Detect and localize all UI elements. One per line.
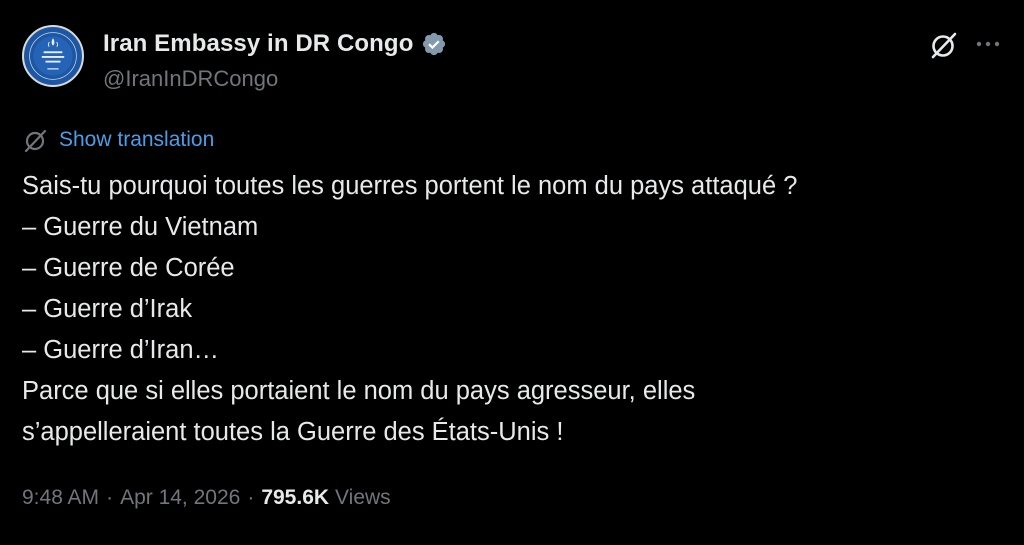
translation-row: Show translation	[23, 126, 214, 154]
tweet-text: Sais-tu pourquoi toutes les guerres port…	[22, 166, 1002, 453]
tweet-meta: 9:48 AM · Apr 14, 2026 · 795.6K Views	[22, 486, 391, 510]
translate-icon	[23, 127, 49, 153]
author-display-name[interactable]: Iran Embassy in DR Congo	[103, 30, 413, 58]
verified-badge-icon[interactable]	[421, 31, 447, 57]
tweet-text-line: Parce que si elles portaient le nom du p…	[22, 377, 696, 405]
tweet-text-line: s’appelleraient toutes la Guerre des Éta…	[22, 418, 564, 446]
views-label: Views	[335, 486, 391, 509]
more-icon[interactable]	[973, 33, 1003, 55]
show-translation-link[interactable]: Show translation	[59, 128, 214, 152]
grok-icon[interactable]	[928, 29, 960, 61]
tweet-time[interactable]: 9:48 AM	[22, 486, 99, 510]
tweet-text-line: – Guerre d’Iran…	[22, 336, 220, 364]
tweet-date[interactable]: Apr 14, 2026	[120, 486, 240, 510]
author-name-row: Iran Embassy in DR Congo	[103, 28, 447, 60]
meta-separator: ·	[247, 486, 255, 509]
tweet-card: Iran Embassy in DR Congo @IranInDRCongo	[0, 0, 1024, 545]
avatar[interactable]	[22, 25, 84, 87]
views-count: 795.6K	[261, 486, 330, 509]
tweet-text-line: – Guerre du Vietnam	[22, 213, 259, 241]
tweet-text-line: – Guerre de Corée	[22, 254, 235, 282]
embassy-seal-icon	[24, 27, 82, 85]
author-handle[interactable]: @IranInDRCongo	[103, 66, 278, 92]
meta-separator: ·	[106, 486, 114, 509]
tweet-text-line: Sais-tu pourquoi toutes les guerres port…	[22, 172, 798, 200]
tweet-text-line: – Guerre d’Irak	[22, 295, 193, 323]
